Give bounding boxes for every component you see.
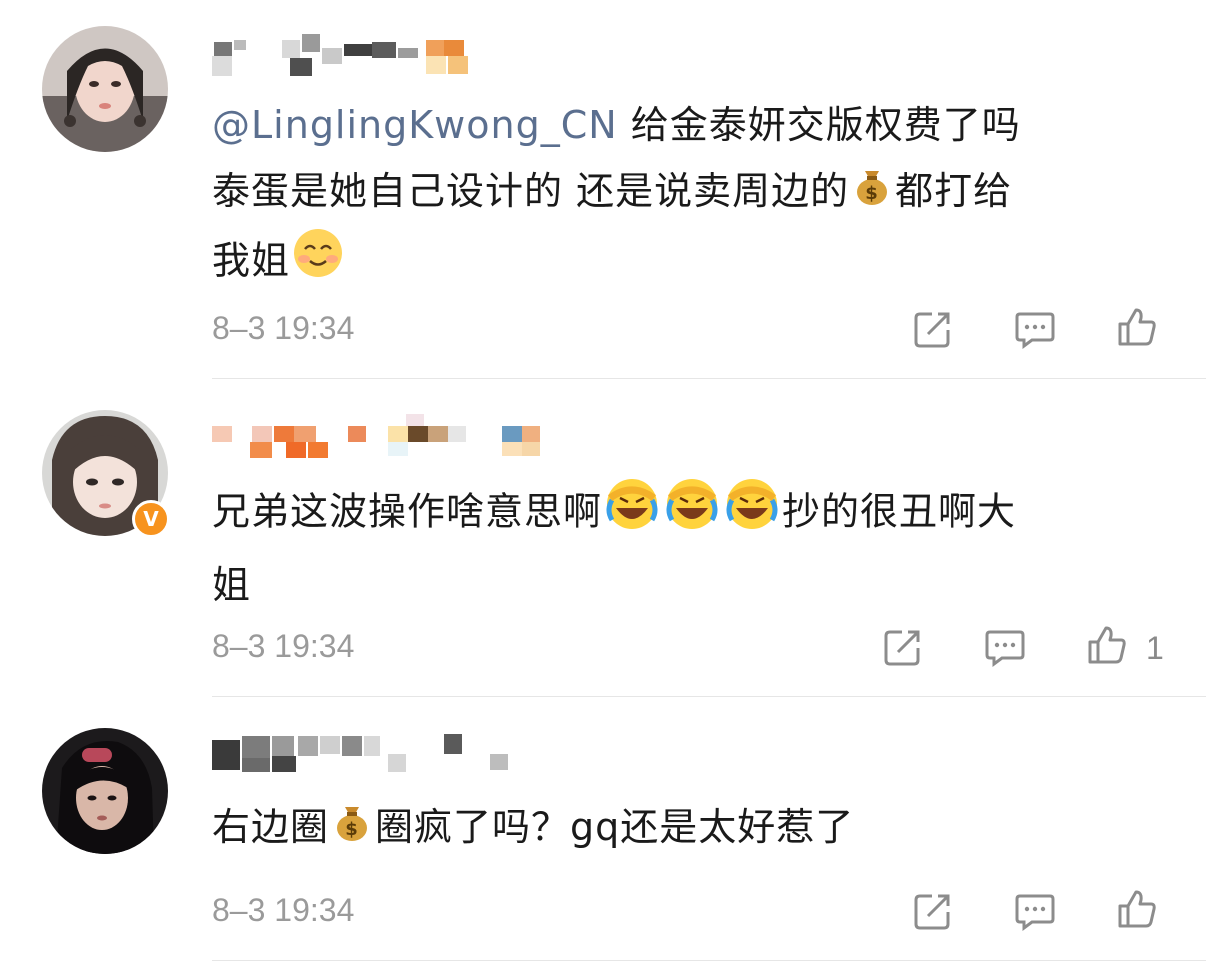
verified-badge-icon: V — [132, 500, 170, 538]
laugh-cry-emoji-icon — [604, 476, 660, 552]
share-button[interactable] — [912, 890, 954, 932]
share-button[interactable] — [912, 308, 954, 350]
comment-timestamp: 8–3 19:34 — [212, 892, 355, 928]
share-icon — [914, 312, 950, 348]
username-pixelated[interactable] — [212, 414, 552, 458]
comment-timestamp: 8–3 19:34 — [212, 628, 355, 664]
like-button[interactable] — [1116, 888, 1158, 930]
svg-text:$: $ — [345, 819, 359, 840]
smile-emoji-icon — [292, 227, 344, 299]
like-button[interactable] — [1116, 306, 1158, 348]
share-icon — [884, 630, 920, 666]
avatar[interactable] — [42, 26, 168, 152]
comment-timestamp: 8–3 19:34 — [212, 310, 355, 346]
laugh-cry-emoji-icon — [724, 476, 780, 552]
like-count: 1 — [1146, 630, 1164, 666]
money-bag-icon: $ — [331, 797, 373, 863]
divider — [212, 960, 1206, 961]
thumbs-up-icon — [1118, 308, 1156, 346]
comment-button[interactable] — [984, 626, 1026, 668]
share-icon — [914, 894, 950, 930]
comment-icon — [985, 630, 1025, 667]
share-button[interactable] — [882, 626, 924, 668]
thumbs-up-icon — [1088, 626, 1126, 664]
comment-text: @LinglingKwong_CN 给金泰妍交版权费了吗 泰蛋是她自己设计的 还… — [212, 92, 1142, 299]
username-pixelated[interactable] — [212, 730, 552, 774]
svg-text:$: $ — [865, 183, 879, 204]
thumbs-up-icon — [1118, 890, 1156, 928]
comment-icon — [1015, 312, 1055, 349]
laugh-cry-emoji-icon — [664, 476, 720, 552]
comment-button[interactable] — [1014, 890, 1056, 932]
mention-link[interactable]: @LinglingKwong_CN — [212, 103, 618, 147]
divider — [212, 378, 1206, 379]
avatar[interactable] — [42, 728, 168, 854]
money-bag-icon: $ — [851, 161, 893, 227]
like-button[interactable] — [1086, 624, 1128, 666]
username-pixelated[interactable] — [212, 34, 552, 78]
comment-text: 右边圈 $ 圈疯了吗？gq还是太好惹了 — [212, 794, 1142, 863]
divider — [212, 696, 1206, 697]
comment-text: 兄弟这波操作啥意思啊 抄的很丑啊大 姐 — [212, 476, 1142, 618]
comment-button[interactable] — [1014, 308, 1056, 350]
comment-icon — [1015, 894, 1055, 931]
